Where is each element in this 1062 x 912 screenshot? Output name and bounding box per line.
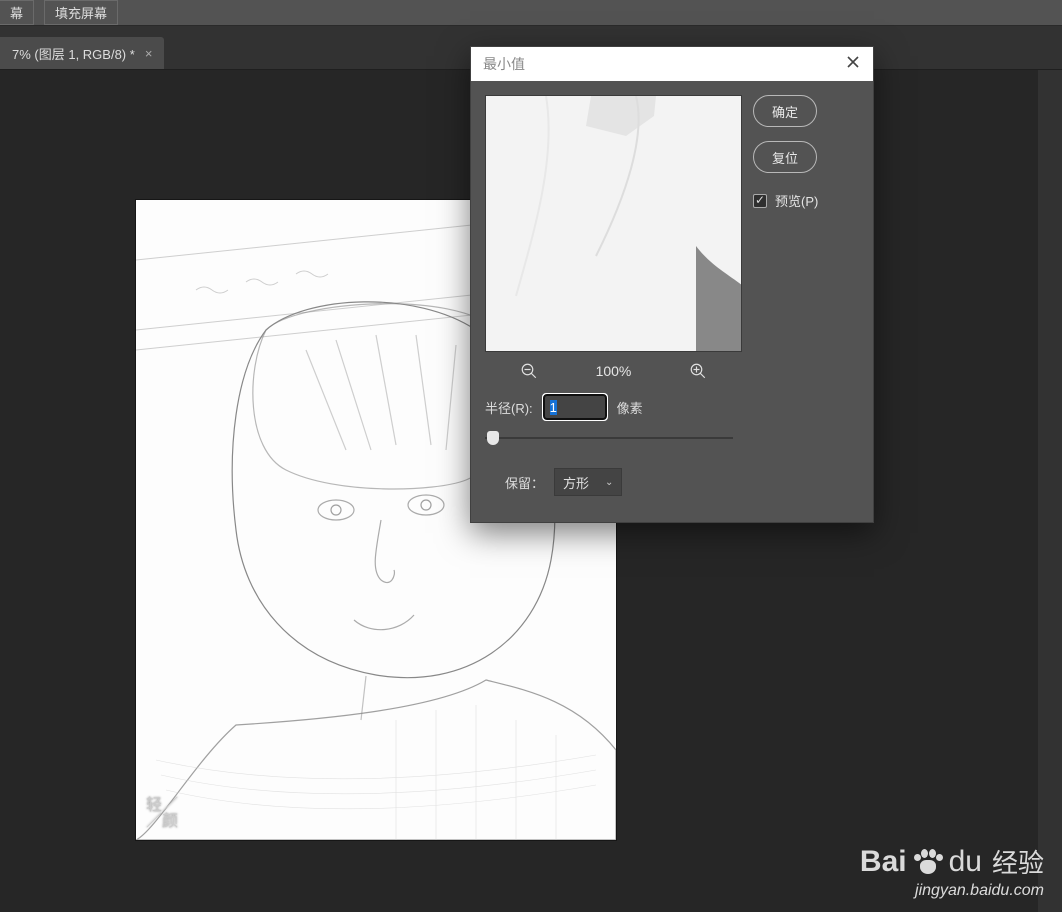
- document-tab-title: 7% (图层 1, RGB/8) *: [12, 44, 135, 63]
- canvas-watermark-line1: 轻／: [146, 798, 178, 814]
- toolbar-button-fillscreen[interactable]: 填充屏幕: [44, 0, 118, 25]
- preserve-label: 保留：: [505, 473, 544, 492]
- radius-input[interactable]: [543, 394, 607, 420]
- dialog-titlebar[interactable]: 最小值: [471, 47, 873, 81]
- radius-slider[interactable]: [485, 426, 733, 450]
- radius-label: 半径(R):: [485, 398, 533, 417]
- zoom-out-icon[interactable]: [520, 362, 538, 380]
- reset-button[interactable]: 复位: [753, 141, 817, 173]
- close-icon[interactable]: [845, 53, 861, 76]
- dialog-title-text: 最小值: [483, 54, 525, 74]
- preserve-selected-value: 方形: [563, 473, 589, 492]
- zoom-in-icon[interactable]: [689, 362, 707, 380]
- watermark-brand-part2: du: [949, 845, 982, 879]
- page-watermark: Bai du 经验 jingyan.baidu.com: [860, 843, 1044, 900]
- canvas-watermark-line2: ／颜: [146, 814, 178, 830]
- paw-icon: [913, 849, 943, 875]
- minimum-filter-dialog: 最小值 100% 半径(R):: [470, 46, 874, 523]
- watermark-brand: Bai du 经验: [860, 843, 1044, 880]
- toolbar-button-partial[interactable]: 幕: [0, 0, 34, 25]
- options-bar: 幕 填充屏幕: [0, 0, 1062, 26]
- ok-button[interactable]: 确定: [753, 95, 817, 127]
- preview-checkbox-label: 预览(P): [775, 191, 818, 210]
- radius-unit: 像素: [617, 398, 643, 417]
- close-icon[interactable]: ×: [145, 46, 153, 61]
- watermark-brand-part1: Bai: [860, 845, 907, 879]
- watermark-url: jingyan.baidu.com: [860, 882, 1044, 900]
- watermark-brand-part3: 经验: [992, 843, 1044, 880]
- preview-checkbox[interactable]: [753, 194, 767, 208]
- chevron-down-icon: ⌄: [605, 477, 613, 488]
- preserve-select[interactable]: 方形 ⌄: [554, 468, 622, 496]
- zoom-level: 100%: [596, 363, 632, 379]
- canvas-watermark: 轻／ ／颜: [146, 798, 178, 830]
- document-tab[interactable]: 7% (图层 1, RGB/8) * ×: [0, 37, 164, 69]
- slider-track: [485, 437, 733, 439]
- preview-thumbnail[interactable]: [485, 95, 742, 352]
- toolbar-separator: [34, 0, 44, 25]
- slider-handle[interactable]: [487, 431, 499, 445]
